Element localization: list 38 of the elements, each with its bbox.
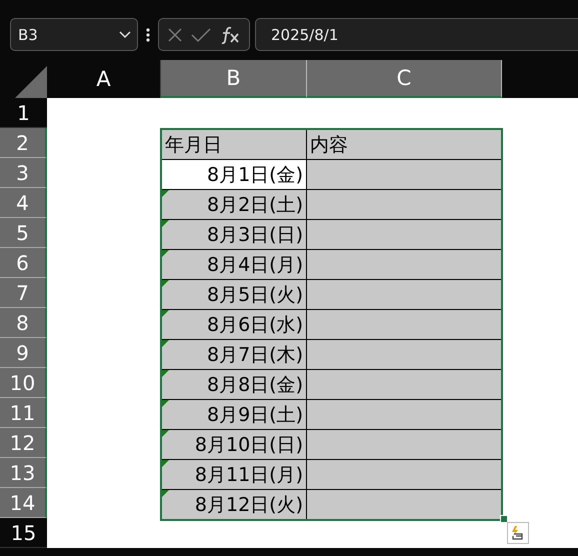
row-header[interactable]: 5: [0, 218, 47, 248]
row-header[interactable]: 12: [0, 428, 47, 458]
table-cell: 8月4日(月): [162, 250, 307, 279]
caret-icon: [119, 30, 131, 38]
cancel-icon[interactable]: [167, 26, 183, 42]
more-icon[interactable]: [146, 28, 150, 42]
select-all-icon[interactable]: [15, 66, 47, 98]
row-header[interactable]: 13: [0, 458, 47, 488]
row-header[interactable]: 10: [0, 368, 47, 398]
row-header[interactable]: 7: [0, 278, 47, 308]
row-header[interactable]: 9: [0, 338, 47, 368]
check-icon[interactable]: [191, 26, 211, 42]
name-box[interactable]: B3: [10, 18, 138, 51]
row-header[interactable]: 8: [0, 308, 47, 338]
quick-analysis-button[interactable]: [507, 522, 529, 544]
row-header[interactable]: 4: [0, 188, 47, 218]
function-icon[interactable]: [219, 26, 241, 44]
table-cell: 8月8日(金): [162, 370, 307, 399]
table-cell: 8月2日(土): [162, 190, 307, 219]
row-header[interactable]: 3: [0, 158, 47, 188]
row-header[interactable]: 11: [0, 398, 47, 428]
row-header[interactable]: 6: [0, 248, 47, 278]
fill-handle[interactable]: [500, 515, 508, 523]
column-header[interactable]: C: [307, 60, 502, 98]
table-cell: 8月9日(土): [162, 400, 307, 429]
table-cell: 8月12日(火): [162, 490, 307, 519]
column-header[interactable]: B: [161, 60, 307, 98]
formula-field[interactable]: 2025/8/1: [255, 18, 578, 51]
table-cell: 内容: [307, 130, 501, 159]
table-cell: 年月日: [162, 130, 307, 159]
table-cell: 8月11日(月): [162, 460, 307, 489]
table-cell: 8月6日(水): [162, 310, 307, 339]
table-cell: 8月7日(木): [162, 340, 307, 369]
table-cell: 8月10日(日): [162, 430, 307, 459]
row-header[interactable]: 14: [0, 488, 47, 518]
table-cell: 8月5日(火): [162, 280, 307, 309]
table-cell: 8月3日(日): [162, 220, 307, 249]
row-header[interactable]: 2: [0, 128, 47, 158]
